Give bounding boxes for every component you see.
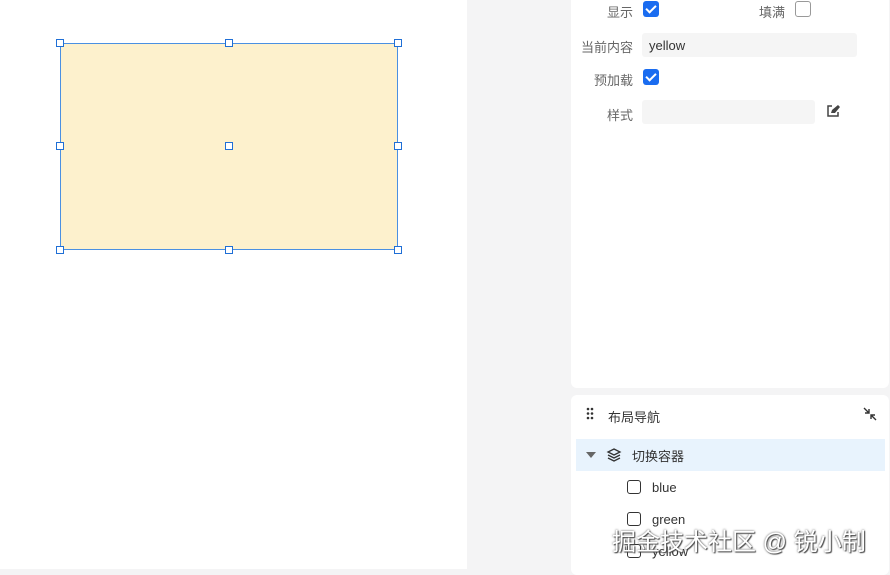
content-select[interactable]: yellow <box>642 33 857 57</box>
resize-handle[interactable] <box>394 39 402 47</box>
resize-handle[interactable] <box>56 39 64 47</box>
edit-icon[interactable] <box>826 104 840 118</box>
tree-node-switch-container[interactable]: 切换容器 <box>576 439 885 471</box>
collapse-icon[interactable] <box>863 407 877 421</box>
style-input[interactable] <box>642 100 815 124</box>
navigator-title: 布局导航 <box>608 410 661 425</box>
resize-handle[interactable] <box>225 246 233 254</box>
show-label: 显示 <box>606 5 633 20</box>
fill-checkbox[interactable] <box>795 1 811 17</box>
resize-handle[interactable] <box>56 246 64 254</box>
layers-icon <box>606 448 622 462</box>
design-canvas[interactable] <box>0 0 467 569</box>
preload-checkbox[interactable] <box>643 69 659 85</box>
resize-handle[interactable] <box>394 142 402 150</box>
resize-handle[interactable] <box>394 246 402 254</box>
drag-handle-icon[interactable] <box>586 407 594 420</box>
tree-node-label: 切换容器 <box>632 448 685 464</box>
style-label: 样式 <box>606 108 633 123</box>
fill-label: 填满 <box>758 5 785 20</box>
watermark: 掘金技术社区 @ 锐小制 <box>612 529 866 556</box>
content-label: 当前内容 <box>580 40 633 55</box>
tree-node-blue[interactable]: blue <box>576 471 885 503</box>
expand-caret-icon[interactable] <box>586 452 596 458</box>
preload-label: 预加载 <box>593 73 633 88</box>
move-handle[interactable] <box>225 142 233 150</box>
show-checkbox[interactable] <box>643 1 659 17</box>
resize-handle[interactable] <box>225 39 233 47</box>
component-icon <box>627 480 641 494</box>
resize-handle[interactable] <box>56 142 64 150</box>
tree-node-label: blue <box>652 479 677 495</box>
properties-panel: 显示 填满 当前内容 yellow 预加载 样式 <box>571 0 889 388</box>
